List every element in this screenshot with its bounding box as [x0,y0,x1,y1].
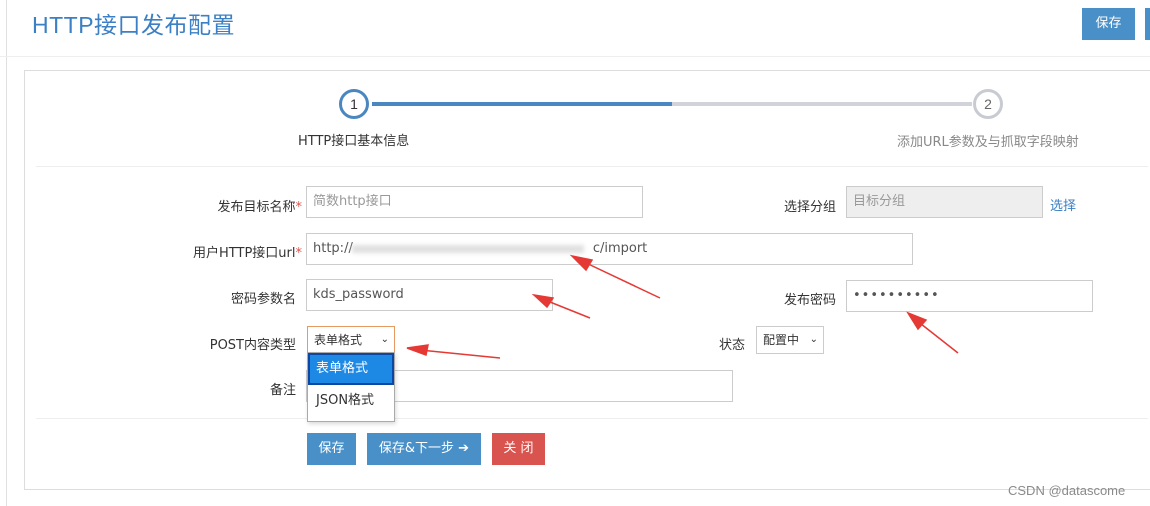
url-value-end: c/import [592,241,648,256]
status-select[interactable]: 配置中 ⌄ [756,326,824,354]
close-button[interactable]: 关 闭 [492,433,545,465]
url-redaction-blur [352,245,584,253]
remark-label: 备注 [269,383,296,398]
save-next-button[interactable]: 保存&下一步 ➔ [367,433,481,465]
status-label: 状态 [718,338,745,353]
save-button[interactable]: 保存 [307,433,356,465]
header-save-button[interactable]: 保存 [1082,8,1135,40]
chevron-down-icon: ⌄ [380,334,389,345]
url-value-start: http:// [313,241,353,256]
target-name-input[interactable]: 简数http接口 [306,186,643,218]
page-left-border [6,0,7,506]
page-title: HTTP接口发布配置 [32,12,236,38]
post-type-label: POST内容类型 [209,338,296,353]
step-1-label: HTTP接口基本信息 [298,134,410,149]
status-selected-value: 配置中 [763,333,800,347]
arrow-right-icon: ➔ [454,441,470,456]
step-1-circle[interactable]: 1 [339,89,369,119]
form-divider [36,418,1148,419]
url-label: 用户HTTP接口url* [193,246,302,261]
step-2-circle[interactable]: 2 [973,89,1003,119]
password-param-label: 密码参数名 [230,292,296,307]
choose-group-link[interactable]: 选择 [1050,195,1076,214]
post-type-option-form[interactable]: 表单格式 [308,353,394,385]
step-progress-line-active [372,102,672,106]
post-type-option-json[interactable]: JSON格式 [308,385,394,417]
group-input[interactable]: 目标分组 [846,186,1043,218]
step-progress-line-inactive [672,102,972,106]
post-type-select[interactable]: 表单格式 ⌄ [307,326,395,354]
publish-password-input[interactable]: •••••••••• [846,280,1093,312]
group-label: 选择分组 [783,200,836,215]
target-name-label: 发布目标名称* [217,200,302,215]
post-type-dropdown: 表单格式 JSON格式 [307,352,395,422]
stepper-divider [36,166,1148,167]
post-type-selected-value: 表单格式 [314,333,363,347]
password-param-input[interactable]: kds_password [306,279,553,311]
step-2-label: 添加URL参数及与抓取字段映射 [897,135,1079,150]
publish-password-label: 发布密码 [783,293,836,308]
header-next-button-edge[interactable] [1145,8,1150,40]
chevron-down-icon: ⌄ [809,334,818,345]
save-next-label: 保存&下一步 [378,441,455,456]
watermark: CSDN @datascome [1008,483,1126,498]
